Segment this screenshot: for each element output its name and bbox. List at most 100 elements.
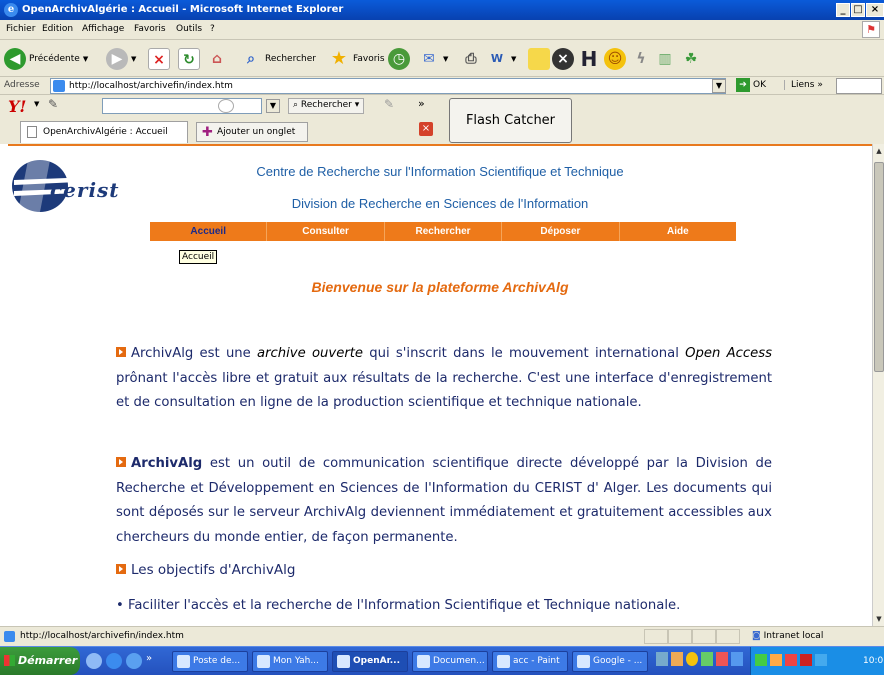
yahoo-search-input[interactable] [102,98,262,114]
tray-icon[interactable] [656,652,668,666]
menu-edition[interactable]: Edition [42,24,73,34]
tray-icon[interactable] [785,654,797,666]
smiley-button[interactable]: ☺ [604,46,626,72]
mail-button[interactable]: ✉ ▼ [418,46,448,72]
forward-arrow-icon: ▶ [106,48,128,70]
flash-catcher-button[interactable]: Flash Catcher [449,98,572,143]
links-button[interactable]: Liens » [784,80,823,90]
address-url: http://localhost/archivefin/index.htm [69,81,233,91]
menu-outils[interactable]: Outils [176,24,202,34]
menu-affichage[interactable]: Affichage [82,24,124,34]
task-label: Poste de... [193,656,241,666]
messenger-button[interactable]: ☘ [680,46,702,72]
block-button[interactable]: × [552,46,574,72]
pencil-icon[interactable]: ✎ [48,97,58,111]
tray-icon[interactable] [716,652,728,666]
task-paint[interactable]: acc - Paint [492,651,568,672]
favorites-button[interactable]: ★ Favoris [328,46,385,72]
back-button[interactable]: ◀ Précédente ▼ [4,46,88,72]
add-tab-button[interactable]: ✚ Ajouter un onglet [196,122,308,142]
refresh-button[interactable]: ↻ [178,46,200,72]
address-label: Adresse [4,80,40,90]
scroll-thumb[interactable] [874,162,884,372]
yahoo-more-button[interactable]: » [418,97,425,110]
ie-quick-icon[interactable] [106,653,122,669]
scroll-up-icon[interactable]: ▲ [873,144,884,158]
desktop-icon[interactable] [86,653,102,669]
task-document[interactable]: Documen... [412,651,488,672]
start-button[interactable]: Démarrer [0,647,80,675]
tray-icon[interactable] [686,652,698,666]
edit-dropdown-icon[interactable]: ▼ [511,55,516,63]
p1-emphasis: archive ouverte [257,346,364,361]
nav-deposer[interactable]: Déposer [502,222,620,241]
tray-icon[interactable] [755,654,767,666]
archivalg-name: ArchivAlg [131,346,194,361]
notes-button[interactable] [528,46,550,72]
go-arrow-icon: ➔ [736,78,750,92]
tab-openarchiv[interactable]: OpenArchivAlgérie : Accueil [20,121,188,143]
ie-quick-icon-2[interactable] [126,653,142,669]
mail-dropdown-icon[interactable]: ▼ [443,55,448,63]
lightning-button[interactable]: ϟ [630,46,652,72]
ie-icon [577,655,590,668]
close-button[interactable]: × [866,3,884,17]
h-button[interactable]: H [578,46,600,72]
task-google[interactable]: Google - ... [572,651,648,672]
search-button[interactable]: ⌕ Rechercher [240,46,316,72]
yahoo-search-button[interactable]: ⌕ Rechercher ▾ [288,98,365,114]
menu-help[interactable]: ? [210,24,215,34]
yahoo-dropdown-icon[interactable]: ▼ [34,100,39,108]
books-button[interactable]: ▥ [654,46,676,72]
edit-button[interactable]: W ▼ [486,46,516,72]
history-button[interactable]: ◷ [388,46,410,72]
favorites-label: Favoris [353,54,385,64]
menu-fichier[interactable]: Fichier [6,24,35,34]
clock: 10:0 [863,656,884,666]
tray-icon[interactable] [770,654,782,666]
p1-text-a: est une [193,346,258,361]
highlight-pen-icon[interactable]: ✎ [384,97,394,111]
objectifs-heading-text: Les objectifs d'ArchivAlg [131,562,296,578]
tray-icon[interactable] [731,652,743,666]
quick-launch-more[interactable]: » [146,653,152,669]
print-button[interactable]: ⎙ [460,46,482,72]
home-button[interactable]: ⌂ [206,46,228,72]
scroll-down-icon[interactable]: ▼ [873,612,884,626]
nav-consulter[interactable]: Consulter [267,222,385,241]
go-button[interactable]: ➔ OK [736,78,766,92]
minimize-button[interactable]: _ [836,3,850,17]
zone-label: Intranet local [763,631,824,641]
tray-icon[interactable] [671,652,683,666]
forward-dropdown-icon[interactable]: ▼ [131,55,136,63]
yahoo-search-dropdown-icon[interactable]: ▼ [266,99,280,113]
menu-favoris[interactable]: Favoris [134,24,166,34]
task-openarchiv[interactable]: OpenAr... [332,651,408,672]
tray-icon[interactable] [815,654,827,666]
task-yahoo[interactable]: Mon Yah... [252,651,328,672]
close-tab-icon[interactable]: × [419,122,433,136]
address-input[interactable]: http://localhost/archivefin/index.htm [50,78,726,94]
address-dropdown-icon[interactable]: ▼ [712,79,726,93]
nav-accueil[interactable]: Accueil [150,222,268,241]
status-url: http://localhost/archivefin/index.htm [20,631,184,641]
forward-button[interactable]: ▶ ▼ [106,46,136,72]
task-poste[interactable]: Poste de... [172,651,248,672]
search-icon: ⌕ [247,51,255,67]
intranet-icon: ◙ [752,631,761,641]
nav-aide[interactable]: Aide [620,222,736,241]
go-label: OK [753,80,766,90]
bullet-icon [116,457,126,467]
p1-text-b: qui s'inscrit dans le mouvement internat… [363,346,686,361]
back-dropdown-icon[interactable]: ▼ [83,55,88,63]
nav-rechercher[interactable]: Rechercher [385,222,503,241]
yahoo-logo-icon[interactable]: Y! [8,97,26,116]
mail-tray-icon[interactable] [800,654,812,666]
quick-launch: » [86,653,152,669]
ie-icon [337,655,350,668]
maximize-button[interactable]: □ [851,3,865,17]
stop-button[interactable]: × [148,46,170,72]
vertical-scrollbar[interactable]: ▲ ▼ [872,144,884,626]
yahoo-search-label: Rechercher [300,100,352,110]
tray-icon[interactable] [701,652,713,666]
